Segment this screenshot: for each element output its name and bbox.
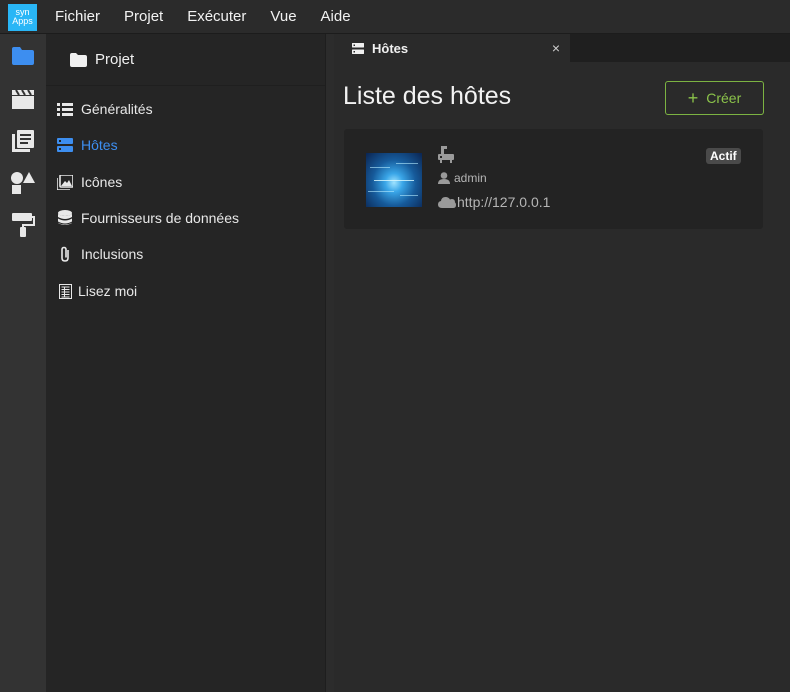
app-logo: syn Apps <box>8 4 37 31</box>
create-button[interactable]: + Créer <box>665 81 764 115</box>
close-icon[interactable]: × <box>552 40 560 56</box>
host-card[interactable]: admin http://127.0.0.1 Actif <box>344 129 763 229</box>
sidebar: Projet Généralités Hôtes Icônes Fourniss… <box>46 34 326 692</box>
sidebar-item-generalites[interactable]: Généralités <box>56 97 153 121</box>
sidebar-item-label: Fournisseurs de données <box>81 210 239 226</box>
sidebar-header: Projet <box>46 34 325 86</box>
panel-divider[interactable] <box>326 34 334 692</box>
menu-fichier[interactable]: Fichier <box>43 0 112 34</box>
network-host-icon <box>438 146 454 163</box>
sidebar-item-label: Icônes <box>81 174 123 190</box>
tab-label: Hôtes <box>372 40 409 56</box>
shapes-icon[interactable] <box>9 169 37 197</box>
user-icon <box>438 172 450 184</box>
sidebar-item-lisez-moi[interactable]: Lisez moi <box>56 279 137 303</box>
activity-bar <box>0 34 46 692</box>
server-icon <box>352 42 364 54</box>
menu-bar: syn Apps Fichier Projet Exécuter Vue Aid… <box>0 0 790 34</box>
paperclip-icon <box>56 245 74 263</box>
menu-executer[interactable]: Exécuter <box>175 0 258 34</box>
folder-icon <box>70 52 87 67</box>
host-user-name: admin <box>454 171 487 185</box>
image-icon <box>56 173 74 191</box>
paint-roller-icon[interactable] <box>9 211 37 239</box>
host-url-text: http://127.0.0.1 <box>457 194 551 210</box>
list-icon <box>56 100 74 118</box>
host-thumbnail <box>366 153 422 207</box>
library-icon[interactable] <box>9 127 37 155</box>
menu-aide[interactable]: Aide <box>309 0 363 34</box>
status-badge: Actif <box>706 148 741 164</box>
database-icon <box>56 209 74 227</box>
tab-bar: Hôtes × <box>334 34 790 62</box>
sidebar-item-icones[interactable]: Icônes <box>56 170 122 194</box>
logo-text-bottom: Apps <box>12 16 33 26</box>
document-icon <box>56 282 74 300</box>
plus-icon: + <box>687 88 699 108</box>
host-user: admin <box>438 171 487 185</box>
sidebar-item-inclusions[interactable]: Inclusions <box>56 242 143 266</box>
server-icon <box>56 136 74 154</box>
sidebar-item-label: Hôtes <box>81 137 118 153</box>
folder-icon[interactable] <box>9 42 37 70</box>
sidebar-item-fournisseurs[interactable]: Fournisseurs de données <box>56 206 239 230</box>
tab-hotes[interactable]: Hôtes × <box>334 34 570 62</box>
cloud-icon <box>438 197 456 208</box>
sidebar-item-label: Lisez moi <box>78 283 138 299</box>
sidebar-item-label: Inclusions <box>81 246 144 262</box>
clapperboard-icon[interactable] <box>9 85 37 113</box>
page-title: Liste des hôtes <box>343 82 512 110</box>
sidebar-item-label: Généralités <box>81 101 153 117</box>
menu-projet[interactable]: Projet <box>112 0 175 34</box>
sidebar-item-hotes[interactable]: Hôtes <box>56 133 118 157</box>
menu-items: Fichier Projet Exécuter Vue Aide <box>43 0 363 34</box>
sidebar-title: Projet <box>95 51 135 68</box>
menu-vue[interactable]: Vue <box>258 0 308 34</box>
editor-area: Hôtes × Liste des hôtes + Créer admin ht… <box>334 34 790 692</box>
host-url: http://127.0.0.1 <box>438 194 550 210</box>
create-button-label: Créer <box>706 90 742 106</box>
